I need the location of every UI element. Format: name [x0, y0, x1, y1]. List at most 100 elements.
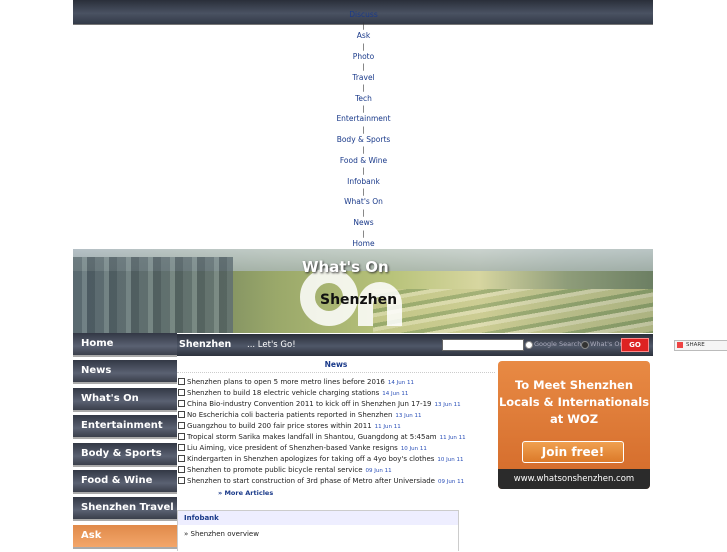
news-item-title[interactable]: Liu Aiming, vice president of Shenzhen-b…	[187, 444, 398, 452]
news-item-date: 10 Jun 11	[400, 446, 427, 452]
banner-fields	[373, 289, 653, 333]
news-item-date: 09 Jun 11	[365, 468, 392, 474]
news-header: News	[177, 358, 495, 373]
bullet-icon	[178, 389, 185, 396]
top-nav-infobank[interactable]: Infobank	[0, 177, 727, 187]
top-nav-separator: |	[362, 21, 365, 30]
more-articles-link[interactable]: » More Articles	[218, 489, 273, 497]
side-nav: Home News What's On Entertainment Body &…	[73, 333, 177, 552]
top-nav: . Discuss | Ask | Photo | Travel | Tech …	[0, 0, 727, 249]
news-item-title[interactable]: Shenzhen to promote public bicycle renta…	[187, 466, 363, 474]
news-item-title[interactable]: No Escherichia coli bacteria patients re…	[187, 411, 392, 419]
bullet-icon	[178, 455, 185, 462]
top-nav-separator: |	[362, 229, 365, 238]
bullet-icon	[178, 477, 185, 484]
ad-line: Locals & Internationals	[498, 395, 650, 409]
news-item[interactable]: Shenzhen plans to open 5 more metro line…	[178, 378, 414, 388]
side-nav-entertainment[interactable]: Entertainment	[73, 415, 177, 440]
bullet-icon	[178, 411, 185, 418]
infobank-item[interactable]: » Shenzhen overview	[178, 530, 458, 538]
top-nav-entertainment[interactable]: Entertainment	[0, 114, 727, 124]
news-item[interactable]: Guangzhou to build 200 fair price stores…	[178, 422, 401, 432]
news-item-title[interactable]: China Bio-industry Convention 2011 to ki…	[187, 400, 432, 408]
top-nav-home[interactable]: Home	[0, 239, 727, 249]
join-free-button[interactable]: Join free!	[522, 441, 624, 463]
top-nav-news[interactable]: News	[0, 218, 727, 228]
ad-line: at WOZ	[549, 412, 599, 426]
news-box: News Shenzhen plans to open 5 more metro…	[177, 358, 495, 498]
news-item-date: 14 Jun 11	[382, 391, 409, 397]
news-item[interactable]: Tropical storm Sarika makes landfall in …	[178, 433, 466, 443]
banner-skyline	[73, 257, 233, 333]
top-nav-photo[interactable]: Photo	[0, 52, 727, 62]
google-search-label: Google Search	[534, 340, 582, 348]
side-nav-news[interactable]: News	[73, 360, 177, 385]
side-nav-ask[interactable]: Ask	[73, 524, 177, 549]
top-nav-food-wine[interactable]: Food & Wine	[0, 156, 727, 166]
news-item-title[interactable]: Shenzhen to start construction of 3rd ph…	[187, 477, 435, 485]
news-item[interactable]: Liu Aiming, vice president of Shenzhen-b…	[178, 444, 427, 454]
news-item[interactable]: Shenzhen to start construction of 3rd ph…	[178, 477, 464, 487]
top-nav-separator: |	[362, 84, 365, 93]
news-item-title[interactable]: Tropical storm Sarika makes landfall in …	[187, 433, 437, 441]
search-bar-tagline: ... Let's Go!	[247, 340, 296, 350]
whats-on-label: What's On	[590, 340, 624, 348]
top-nav-discuss[interactable]: Discuss	[0, 10, 727, 20]
top-nav-separator: |	[362, 125, 365, 134]
top-nav-travel[interactable]: Travel	[0, 73, 727, 83]
top-nav-separator: |	[362, 188, 365, 197]
news-item-title[interactable]: Shenzhen plans to open 5 more metro line…	[187, 378, 385, 386]
bullet-icon	[178, 378, 185, 385]
news-item[interactable]: Kindergarten in Shenzhen apologizes for …	[178, 455, 464, 465]
news-item-date: 11 Jun 11	[374, 424, 401, 430]
top-nav-ask[interactable]: Ask	[0, 31, 727, 41]
search-bar-city: Shenzhen	[179, 339, 232, 350]
news-item-title[interactable]: Kindergarten in Shenzhen apologizes for …	[187, 455, 434, 463]
infobank-header: Infobank	[178, 511, 458, 525]
news-item-date: 13 Jun 11	[395, 413, 422, 419]
side-nav-shenzhen-travel[interactable]: Shenzhen Travel	[73, 497, 177, 522]
top-nav-separator: |	[362, 63, 365, 72]
news-item-date: 09 Jun 11	[437, 479, 465, 485]
side-nav-food-wine[interactable]: Food & Wine	[73, 469, 177, 494]
share-label: SHARE	[686, 342, 705, 348]
ad-line: To Meet Shenzhen	[514, 378, 634, 392]
top-nav-whats-on[interactable]: What's On	[0, 197, 727, 207]
bullet-icon	[178, 422, 185, 429]
bullet-icon	[178, 444, 185, 451]
top-nav-body-sports[interactable]: Body & Sports	[0, 135, 727, 145]
bullet-icon	[178, 433, 185, 440]
news-item[interactable]: No Escherichia coli bacteria patients re…	[178, 411, 422, 421]
bullet-icon	[178, 400, 185, 407]
side-nav-whats-on[interactable]: What's On	[73, 387, 177, 412]
news-item-date: 11 Jun 11	[439, 435, 466, 441]
share-plus-icon	[677, 342, 683, 348]
news-item-date: 13 Jun 11	[434, 402, 461, 408]
top-nav-separator: |	[362, 167, 365, 176]
whats-on-radio[interactable]	[581, 341, 589, 349]
join-ad[interactable]: To Meet Shenzhen Locals & Internationals…	[498, 361, 650, 489]
bullet-icon	[178, 466, 185, 473]
news-item[interactable]: Shenzhen to build 18 electric vehicle ch…	[178, 389, 408, 399]
search-input[interactable]	[442, 339, 524, 351]
news-item-date: 10 Jun 11	[437, 457, 464, 463]
side-nav-body-sports[interactable]: Body & Sports	[73, 442, 177, 467]
banner-city: Shenzhen	[320, 292, 398, 308]
side-nav-home[interactable]: Home	[73, 333, 177, 357]
news-item[interactable]: Shenzhen to promote public bicycle renta…	[178, 466, 392, 476]
search-bar: Shenzhen ... Let's Go! Google Search Wha…	[177, 334, 653, 356]
news-item-title[interactable]: Guangzhou to build 200 fair price stores…	[187, 422, 372, 430]
news-item-title[interactable]: Shenzhen to build 18 electric vehicle ch…	[187, 389, 379, 397]
go-button[interactable]: GO	[621, 338, 649, 352]
banner-title: What's On	[302, 258, 389, 276]
ad-url: www.whatsonshenzhen.com	[498, 469, 650, 489]
top-nav-separator: |	[362, 104, 365, 113]
news-item-date: 14 Jun 11	[387, 380, 414, 386]
news-item[interactable]: China Bio-industry Convention 2011 to ki…	[178, 400, 461, 410]
google-search-radio[interactable]	[525, 341, 533, 349]
share-button[interactable]: SHARE	[674, 340, 727, 351]
top-nav-tech[interactable]: Tech	[0, 94, 727, 104]
go-button-label: GO	[629, 341, 641, 349]
top-nav-separator: |	[362, 146, 365, 155]
top-nav-separator: |	[362, 208, 365, 217]
